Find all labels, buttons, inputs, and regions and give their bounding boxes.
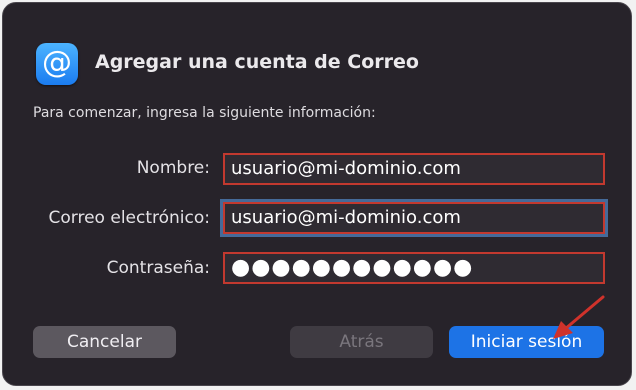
email-field[interactable]: usuario@mi-dominio.com	[220, 199, 608, 237]
email-label: Correo electrónico:	[48, 208, 210, 228]
add-mail-account-dialog: @ Agregar una cuenta de Correo Para come…	[2, 2, 632, 386]
instructions-text: Para comenzar, ingresa la siguiente info…	[33, 105, 376, 121]
dialog-title: Agregar una cuenta de Correo	[95, 51, 419, 73]
cancel-button[interactable]: Cancelar	[33, 326, 176, 358]
red-arrow-icon	[553, 295, 605, 339]
name-field[interactable]: usuario@mi-dominio.com	[223, 153, 605, 185]
screenshot-canvas: @ Agregar una cuenta de Correo Para come…	[0, 0, 636, 390]
password-label: Contraseña:	[106, 258, 210, 278]
mail-app-icon: @	[36, 43, 78, 85]
back-button[interactable]: Atrás	[290, 326, 433, 358]
password-field[interactable]: ●●●●●●●●●●●●	[223, 252, 605, 284]
name-label: Nombre:	[136, 158, 210, 178]
at-sign-icon: @	[42, 45, 72, 80]
